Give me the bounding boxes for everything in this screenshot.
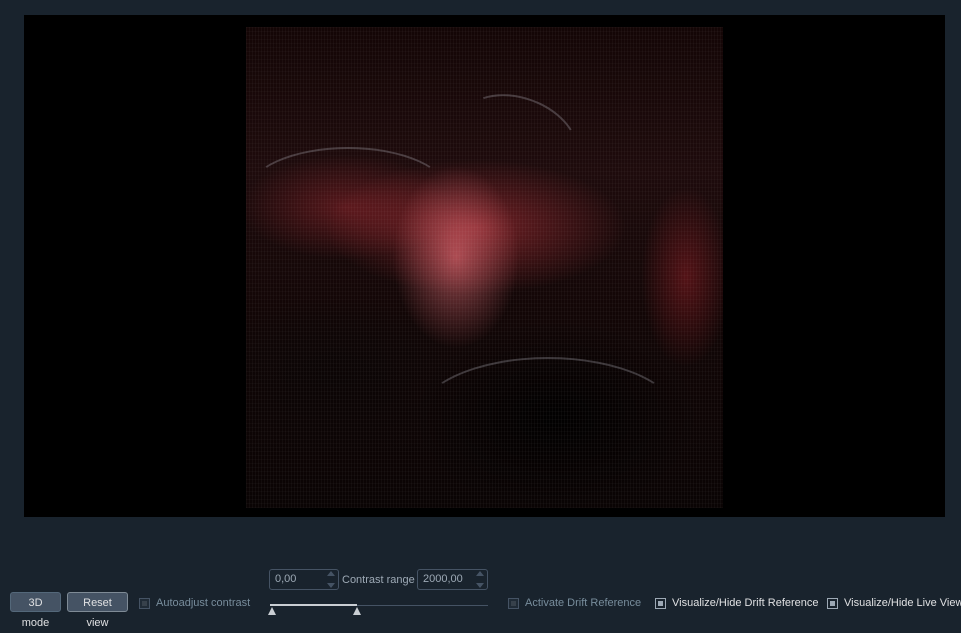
- visualize-live-view-checkbox[interactable]: Visualize/Hide Live View: [827, 595, 961, 611]
- visualize-drift-reference-checkbox[interactable]: Visualize/Hide Drift Reference: [655, 595, 819, 611]
- image-viewer[interactable]: [24, 15, 945, 517]
- spin-down-icon[interactable]: [476, 583, 484, 588]
- slider-high-handle[interactable]: [353, 607, 362, 615]
- checkbox-box[interactable]: [827, 597, 838, 609]
- autoadjust-contrast-label: Autoadjust contrast: [156, 597, 251, 609]
- contrast-range-slider[interactable]: [268, 602, 488, 616]
- contrast-range-label: Contrast range: [342, 574, 415, 586]
- contrast-max-value: 2000,00: [423, 573, 463, 585]
- reset-view-button[interactable]: Reset view: [67, 592, 128, 629]
- spin-up-icon[interactable]: [327, 571, 335, 576]
- 3d-mode-button[interactable]: 3D mode: [10, 592, 61, 629]
- checkbox-box[interactable]: [655, 597, 666, 609]
- activate-drift-reference-label: Activate Drift Reference: [525, 597, 642, 609]
- structure-outline: [246, 147, 450, 241]
- autoadjust-contrast-checkbox[interactable]: Autoadjust contrast: [139, 595, 250, 611]
- slider-selected-range: [270, 604, 358, 606]
- contrast-min-spinbox[interactable]: 0,00: [269, 569, 339, 590]
- visualize-drift-reference-label: Visualize/Hide Drift Reference: [672, 597, 819, 609]
- activate-drift-reference-checkbox[interactable]: Activate Drift Reference: [508, 595, 641, 611]
- structure-outline: [445, 78, 591, 200]
- visualize-live-view-label: Visualize/Hide Live View: [844, 597, 961, 609]
- viewer-toolbar: 3D mode Reset view Autoadjust contrast 0…: [0, 560, 961, 629]
- structure-outline: [416, 357, 680, 481]
- checkbox-box[interactable]: [508, 597, 519, 609]
- checkbox-box[interactable]: [139, 597, 150, 609]
- spin-down-icon[interactable]: [327, 583, 335, 588]
- microscopy-image[interactable]: [246, 27, 723, 508]
- spin-up-icon[interactable]: [476, 571, 484, 576]
- contrast-min-value: 0,00: [275, 573, 297, 585]
- contrast-max-spinbox[interactable]: 2000,00: [417, 569, 488, 590]
- slider-low-handle[interactable]: [268, 607, 276, 615]
